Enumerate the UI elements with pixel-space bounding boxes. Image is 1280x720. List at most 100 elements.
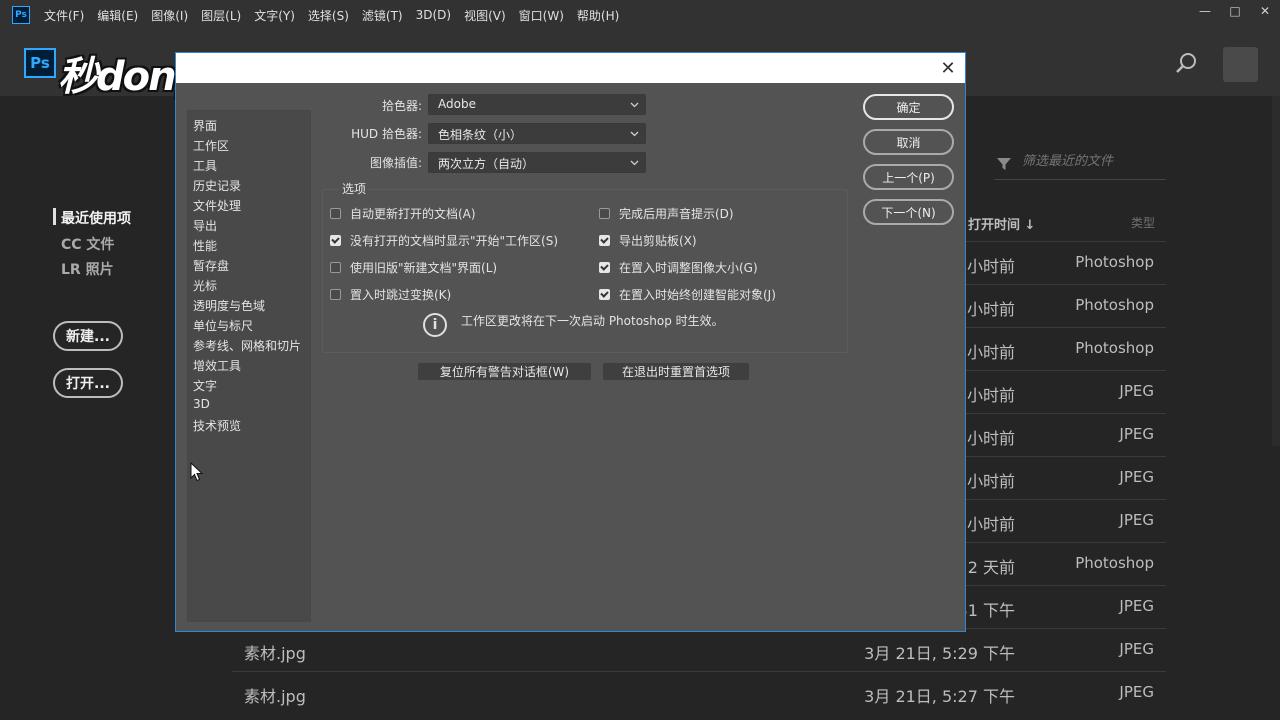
option-label: 完成后用声音提示(D) <box>619 207 734 221</box>
photoshop-logo: Ps <box>24 48 56 78</box>
info-icon: i <box>423 313 447 337</box>
checkbox[interactable] <box>599 235 610 246</box>
prev-button[interactable]: 上一个(P) <box>863 164 954 190</box>
filter-input[interactable] <box>1020 153 1160 170</box>
menu-image[interactable]: 图像(I) <box>151 7 188 24</box>
menu-bar: Ps 文件(F) 编辑(E) 图像(I) 图层(L) 文字(Y) 选择(S) 滤… <box>0 0 1280 30</box>
category-tech-preview[interactable]: 技术预览 <box>193 417 241 434</box>
reset-warnings-button[interactable]: 复位所有警告对话框(W) <box>418 363 591 380</box>
checkbox[interactable] <box>330 235 341 246</box>
option-legacy-new-doc[interactable]: 使用旧版"新建文档"界面(L) <box>330 259 497 276</box>
option-label: 在置入时始终创建智能对象(J) <box>619 288 776 302</box>
file-time: 小时前 <box>966 515 1015 534</box>
file-time: 小时前 <box>966 300 1015 319</box>
category-type[interactable]: 文字 <box>193 377 217 394</box>
filter-icon <box>997 158 1011 170</box>
file-name: 素材.jpg <box>244 644 306 663</box>
category-performance[interactable]: 性能 <box>193 237 217 254</box>
category-list: 界面 工作区 工具 历史记录 文件处理 导出 性能 暂存盘 光标 透明度与色域 … <box>187 110 311 622</box>
menu-filter[interactable]: 滤镜(T) <box>362 7 403 24</box>
file-time: 小时前 <box>966 429 1015 448</box>
file-type: JPEG <box>1119 597 1154 615</box>
table-row[interactable]: 素材.jpg 3月 21日, 5:27 下午 JPEG <box>232 671 1166 714</box>
file-type: Photoshop <box>1075 253 1154 271</box>
checkbox[interactable] <box>330 289 341 300</box>
minimize-icon[interactable]: — <box>1190 0 1220 22</box>
option-export-clipboard[interactable]: 导出剪贴板(X) <box>599 232 697 249</box>
mouse-cursor-icon <box>190 462 204 482</box>
file-type: JPEG <box>1119 511 1154 529</box>
category-scratch-disks[interactable]: 暂存盘 <box>193 257 229 274</box>
info-row: i 工作区更改将在下一次启动 Photoshop 时生效。 <box>423 313 724 337</box>
column-header-time[interactable]: 打开时间 ↓ <box>968 214 1035 233</box>
option-smart-object-on-place[interactable]: 在置入时始终创建智能对象(J) <box>599 286 776 303</box>
file-type: JPEG <box>1119 640 1154 658</box>
menu-window[interactable]: 窗口(W) <box>519 7 564 24</box>
menu-edit[interactable]: 编辑(E) <box>97 7 138 24</box>
option-label: 没有打开的文档时显示"开始"工作区(S) <box>350 234 559 248</box>
option-skip-transform[interactable]: 置入时跳过变换(K) <box>330 286 451 303</box>
category-export[interactable]: 导出 <box>193 217 217 234</box>
category-history[interactable]: 历史记录 <box>193 177 241 194</box>
menu-file[interactable]: 文件(F) <box>44 7 84 24</box>
checkbox[interactable] <box>599 208 610 219</box>
hud-picker-select[interactable]: 色相条纹（小） <box>428 123 646 144</box>
interpolation-select[interactable]: 两次立方（自动） <box>428 152 646 173</box>
menu-help[interactable]: 帮助(H) <box>577 7 619 24</box>
open-button[interactable]: 打开... <box>53 368 123 398</box>
color-picker-select[interactable]: Adobe <box>428 94 646 115</box>
category-workspace[interactable]: 工作区 <box>193 137 229 154</box>
photoshop-app-icon: Ps <box>12 6 30 24</box>
category-tools[interactable]: 工具 <box>193 157 217 174</box>
file-time: 2 天前 <box>967 558 1015 577</box>
file-time: 3月 21日, 5:27 下午 <box>864 687 1015 706</box>
reset-prefs-button[interactable]: 在退出时重置首选项 <box>603 363 749 380</box>
interpolation-label: 图像插值: <box>369 156 422 170</box>
checkbox[interactable] <box>330 262 341 273</box>
category-cursors[interactable]: 光标 <box>193 277 217 294</box>
new-button[interactable]: 新建... <box>53 321 123 351</box>
sidebar-item-lr-photos[interactable]: LR 照片 <box>61 259 114 279</box>
search-icon[interactable] <box>1176 52 1198 74</box>
category-guides-grid[interactable]: 参考线、网格和切片 <box>193 337 301 354</box>
close-window-icon[interactable]: ✕ <box>1250 0 1280 22</box>
color-picker-value: Adobe <box>438 97 476 111</box>
checkbox[interactable] <box>330 208 341 219</box>
window-controls: — □ ✕ <box>1190 0 1280 22</box>
menu-3d[interactable]: 3D(D) <box>416 8 451 22</box>
category-plugins[interactable]: 增效工具 <box>193 357 241 374</box>
column-header-time-label: 打开时间 <box>968 218 1021 233</box>
sidebar-item-recent[interactable]: 最近使用项 <box>61 208 131 228</box>
option-resize-on-place[interactable]: 在置入时调整图像大小(G) <box>599 259 758 276</box>
category-file-handling[interactable]: 文件处理 <box>193 197 241 214</box>
option-auto-update[interactable]: 自动更新打开的文档(A) <box>330 205 476 222</box>
option-beep-when-done[interactable]: 完成后用声音提示(D) <box>599 205 734 222</box>
checkbox[interactable] <box>599 262 610 273</box>
file-time: 31 下午 <box>957 601 1015 620</box>
option-show-start-workspace[interactable]: 没有打开的文档时显示"开始"工作区(S) <box>330 232 558 249</box>
cancel-button[interactable]: 取消 <box>863 129 954 155</box>
category-transparency[interactable]: 透明度与色域 <box>193 297 265 314</box>
category-interface[interactable]: 界面 <box>193 117 217 134</box>
ok-button[interactable]: 确定 <box>863 94 954 120</box>
dialog-titlebar[interactable]: ✕ <box>176 53 965 83</box>
file-time: 3月 21日, 5:29 下午 <box>864 644 1015 663</box>
maximize-icon[interactable]: □ <box>1220 0 1250 22</box>
file-type: JPEG <box>1119 382 1154 400</box>
avatar[interactable] <box>1223 47 1258 82</box>
menu-view[interactable]: 视图(V) <box>464 7 506 24</box>
file-type: Photoshop <box>1075 296 1154 314</box>
checkbox[interactable] <box>599 289 610 300</box>
next-button[interactable]: 下一个(N) <box>863 199 954 225</box>
scrollbar[interactable] <box>1272 96 1280 446</box>
menu-select[interactable]: 选择(S) <box>308 7 349 24</box>
file-time: 小时前 <box>966 386 1015 405</box>
table-row[interactable]: 素材.jpg 3月 21日, 5:29 下午 JPEG <box>232 628 1166 671</box>
menu-type[interactable]: 文字(Y) <box>254 7 295 24</box>
menu-layer[interactable]: 图层(L) <box>201 7 241 24</box>
sidebar-item-cc-files[interactable]: CC 文件 <box>61 234 114 254</box>
category-3d[interactable]: 3D <box>193 397 210 411</box>
category-units-rulers[interactable]: 单位与标尺 <box>193 317 253 334</box>
column-header-type[interactable]: 类型 <box>1131 214 1155 231</box>
close-icon[interactable]: ✕ <box>937 57 959 79</box>
